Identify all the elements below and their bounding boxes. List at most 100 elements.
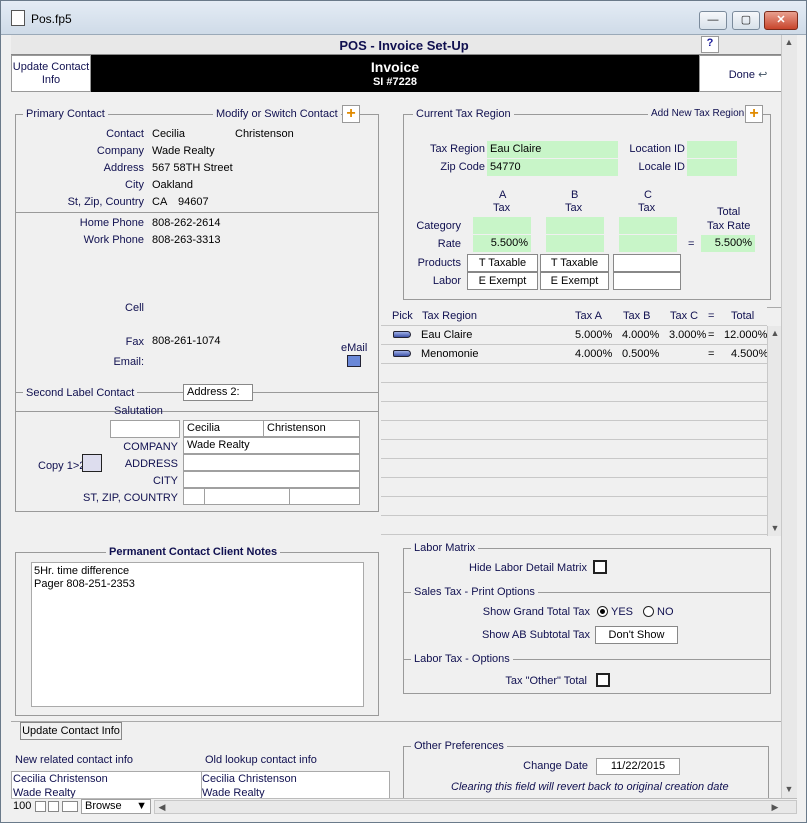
old-name-value: Cecilia Christenson (202, 773, 297, 785)
company-value: Wade Realty (152, 145, 215, 157)
invoice-title: Invoice (370, 59, 420, 75)
labor-b-select[interactable]: E Exempt (540, 272, 609, 290)
window-title: Pos.fp5 (31, 12, 72, 26)
help-button[interactable]: ? (701, 36, 719, 53)
email-icon[interactable] (347, 355, 361, 367)
col-c-label: C (644, 189, 652, 201)
table-row-empty (381, 402, 767, 421)
add-tax-region-label: Add New Tax Region (648, 108, 748, 119)
zoom-level[interactable]: 100 (13, 800, 31, 812)
products-b-select[interactable]: T Taxable (540, 254, 609, 272)
other-prefs-label: Other Preferences (411, 740, 507, 752)
rate-label: Rate (437, 238, 461, 250)
row-eq: = (708, 348, 715, 360)
row-tax-a: 4.000% (575, 348, 613, 360)
locale-id-field[interactable] (687, 159, 737, 176)
table-row-empty (381, 478, 767, 497)
row-eq: = (708, 329, 715, 341)
tax-other-checkbox[interactable] (596, 673, 610, 687)
mode-dropdown-icon: ▼ (136, 800, 147, 812)
add-tax-region-plus-icon[interactable]: + (745, 105, 763, 123)
second-company-field[interactable]: Wade Realty (183, 437, 360, 454)
labor-c-select[interactable] (613, 272, 681, 290)
table-row-empty (381, 497, 767, 516)
second-label-title: Second Label Contact (23, 387, 138, 399)
pick-icon[interactable] (393, 331, 411, 338)
dont-show-select[interactable]: Don't Show (595, 626, 678, 644)
update-contact-info-bottom-button[interactable]: Update Contact Info (20, 722, 122, 740)
home-phone-label: Home Phone (79, 217, 144, 229)
copy-icon[interactable] (82, 454, 102, 472)
invoice-number: SI #7228 (372, 76, 418, 88)
pick-icon[interactable] (393, 350, 411, 357)
copy-label: Copy 1>2 (38, 460, 86, 472)
email-button-label[interactable]: eMail (341, 342, 367, 354)
row-tax-b: 0.500% (622, 348, 660, 360)
products-c-select[interactable] (613, 254, 681, 272)
stzip-label: St, Zip, Country (67, 196, 144, 208)
hide-labor-checkbox[interactable] (593, 560, 607, 574)
table-row[interactable]: Eau Claire 5.000% 4.000% 3.000% = 12.000… (381, 326, 767, 345)
location-id-field[interactable] (687, 141, 737, 158)
second-last-name-field[interactable]: Christenson (263, 420, 360, 437)
scroll-right-icon[interactable]: ▶ (768, 800, 782, 814)
horizontal-scrollbar[interactable]: ◀ ▶ (154, 800, 797, 814)
category-label: Category (416, 220, 461, 232)
email-label: Email: (113, 356, 144, 368)
second-country-field[interactable] (289, 488, 360, 505)
table-row[interactable]: Menomonie 4.000% 0.500% = 4.500% (381, 345, 768, 364)
mode-select[interactable]: Browse ▼ (81, 799, 151, 814)
second-first-name-field[interactable]: Cecilia (183, 420, 264, 437)
main-scrollbar[interactable]: ▲ ▼ (781, 35, 797, 798)
main-scroll-down-icon[interactable]: ▼ (782, 782, 796, 796)
main-scroll-up-icon[interactable]: ▲ (782, 35, 796, 49)
old-company-value: Wade Realty (202, 787, 265, 798)
zoom-in-icon[interactable] (48, 801, 59, 812)
second-zip-field[interactable] (204, 488, 290, 505)
salutation-field[interactable] (110, 420, 180, 438)
bottom-divider (11, 721, 797, 722)
second-city-field[interactable] (183, 471, 360, 488)
home-phone-value: 808-262-2614 (152, 217, 221, 229)
zip-code-field[interactable]: 54770 (487, 159, 618, 176)
invoice-banner: Invoice SI #7228 (91, 55, 699, 92)
zoom-out-icon[interactable] (35, 801, 46, 812)
minimize-button[interactable]: — (699, 11, 727, 30)
labor-a-select[interactable]: E Exempt (467, 272, 538, 290)
tax-table-header: Pick Tax Region Tax A Tax B Tax C = Tota… (381, 307, 767, 326)
grand-yes-radio[interactable] (597, 606, 608, 617)
second-state-field[interactable] (183, 488, 205, 505)
col-total: Total (731, 310, 755, 322)
update-contact-info-button[interactable]: Update Contact Info (11, 55, 91, 92)
table-row-empty (381, 440, 767, 459)
app-window: Pos.fp5 — ▢ ✕ POS - Invoice Set-Up ? Upd… (0, 0, 807, 823)
category-c-field[interactable] (619, 217, 677, 234)
hide-labor-label: Hide Labor Detail Matrix (469, 562, 587, 574)
category-b-field[interactable] (546, 217, 604, 234)
scroll-left-icon[interactable]: ◀ (155, 800, 169, 814)
products-a-select[interactable]: T Taxable (467, 254, 538, 272)
rate-b-field[interactable] (546, 235, 604, 252)
second-address-field[interactable] (183, 454, 360, 471)
col-a-tax-label: Tax (493, 202, 511, 214)
company-label: Company (96, 145, 144, 157)
address2-tab[interactable]: Address 2: (183, 384, 253, 401)
category-a-field[interactable] (473, 217, 531, 234)
tax-region-field[interactable]: Eau Claire (487, 141, 618, 158)
col-tax-b: Tax B (623, 310, 651, 322)
scroll-up-icon[interactable]: ▲ (768, 326, 782, 340)
modify-contact-plus-icon[interactable]: + (342, 105, 360, 123)
change-date-field[interactable]: 11/22/2015 (596, 758, 680, 775)
notes-field[interactable]: 5Hr. time difference Pager 808-251-2353 (31, 562, 364, 707)
table-row-empty (381, 383, 767, 402)
grand-no-radio[interactable] (643, 606, 654, 617)
city-label: City (125, 179, 144, 191)
rate-c-field[interactable] (619, 235, 677, 252)
tax-region-label: Tax Region (429, 143, 485, 155)
zip-code-label: Zip Code (440, 161, 485, 173)
rate-a-field[interactable]: 5.500% (473, 235, 531, 252)
scroll-down-icon[interactable]: ▼ (768, 521, 782, 535)
close-button[interactable]: ✕ (764, 11, 798, 30)
maximize-button[interactable]: ▢ (732, 11, 760, 30)
status-toggle-icon[interactable] (62, 801, 78, 812)
